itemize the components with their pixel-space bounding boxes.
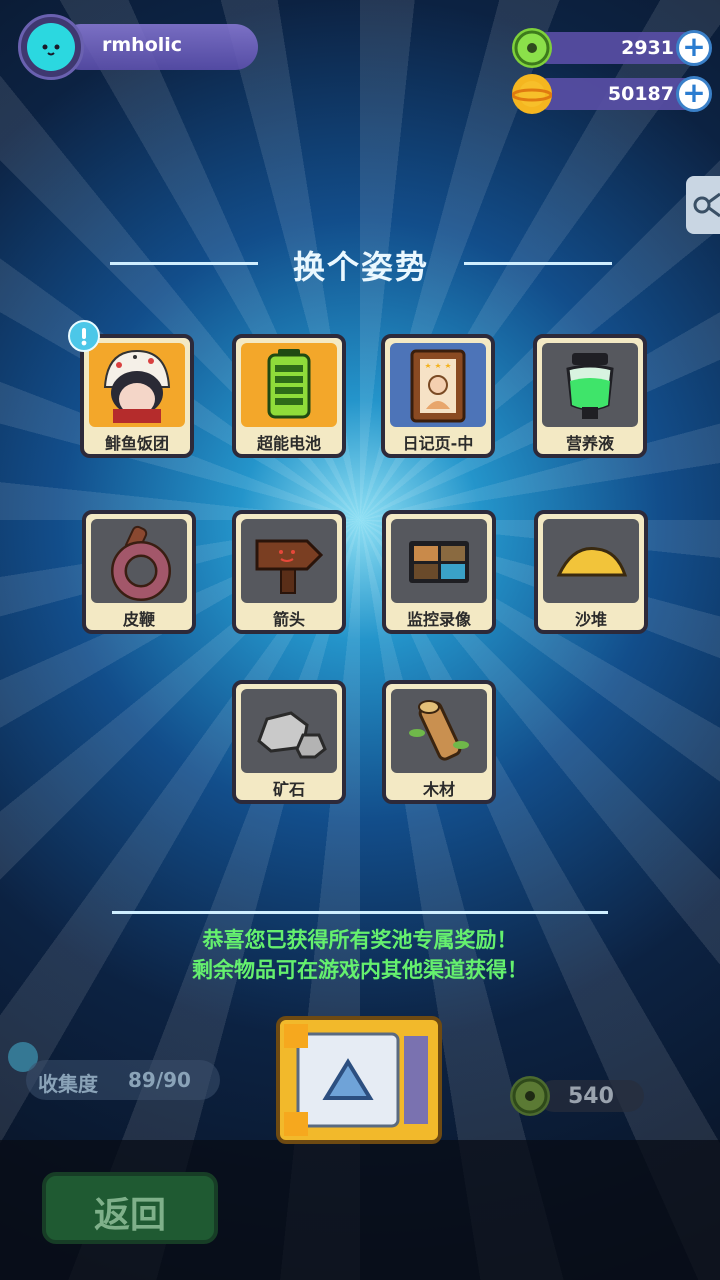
donut-count: 2931 (621, 37, 674, 59)
item-card[interactable]: 矿石 (232, 680, 346, 804)
item-label: 木材 (422, 780, 455, 799)
diary-portrait-icon (390, 343, 486, 427)
panel-title: 换个姿势 (292, 248, 429, 286)
add-coin-button[interactable]: + (676, 76, 712, 112)
player-name: rmholic (102, 34, 183, 56)
item-card[interactable]: 营养液 (533, 334, 647, 458)
item-card[interactable]: 日记页-中 (381, 334, 495, 458)
ore-rock-icon (241, 689, 337, 773)
message-divider (112, 911, 608, 914)
panel-header: 换个姿势 (110, 240, 612, 286)
draw-cost: 540 (508, 1074, 648, 1118)
whip-icon (91, 519, 187, 603)
new-badge-icon (68, 320, 100, 352)
item-card[interactable]: 木材 (382, 680, 496, 804)
nutrient-jar-icon (542, 343, 638, 427)
sand-pile-icon (543, 519, 639, 603)
monitor-icon (391, 519, 487, 603)
cat-avatar-icon (27, 23, 75, 71)
wood-log-icon (391, 689, 487, 773)
coin-count: 50187 (607, 83, 674, 105)
item-card[interactable]: 监控录像 (382, 510, 496, 634)
back-label: 返回 (93, 1195, 166, 1236)
item-label: 监控录像 (406, 610, 471, 629)
item-card[interactable]: 皮鞭 (82, 510, 196, 634)
item-card[interactable]: 超能电池 (232, 334, 346, 458)
collection-value: 89/90 (128, 1068, 191, 1092)
item-label: 矿石 (272, 780, 305, 799)
reward-chest-button[interactable] (276, 1016, 442, 1144)
item-label: 皮鞭 (122, 610, 155, 629)
coin-currency: 50187 + (511, 74, 712, 114)
collection-progress: 收集度 89/90 (26, 1060, 220, 1100)
completion-message-line1: 恭喜您已获得所有奖池专属奖励！ (202, 928, 518, 952)
arrow-sign-icon (241, 519, 337, 603)
back-button[interactable]: 返回 (42, 1172, 218, 1244)
item-label: 沙堆 (574, 610, 607, 629)
side-tab-button[interactable] (686, 176, 720, 234)
item-label: 日记页-中 (402, 434, 474, 453)
planet-coin-icon (511, 74, 553, 114)
item-label: 超能电池 (256, 434, 321, 453)
add-donut-button[interactable]: + (676, 30, 712, 66)
collection-label: 收集度 (38, 1072, 98, 1096)
item-label: 鲱鱼饭团 (104, 434, 169, 453)
item-card[interactable]: 箭头 (232, 510, 346, 634)
item-card[interactable]: 鲱鱼饭团 (80, 334, 194, 458)
cost-value: 540 (568, 1084, 614, 1109)
item-card[interactable]: 沙堆 (534, 510, 648, 634)
donut-icon (512, 28, 552, 68)
completion-message-line2: 剩余物品可在游戏内其他渠道获得！ (192, 958, 528, 982)
item-label: 营养液 (565, 434, 614, 453)
player-profile[interactable]: rmholic (18, 14, 258, 80)
donut-currency: 2931 + (512, 28, 712, 68)
donut-icon (510, 1076, 550, 1116)
battery-icon (241, 343, 337, 427)
item-label: 箭头 (272, 610, 305, 629)
rice-ball-character-icon (89, 343, 185, 427)
